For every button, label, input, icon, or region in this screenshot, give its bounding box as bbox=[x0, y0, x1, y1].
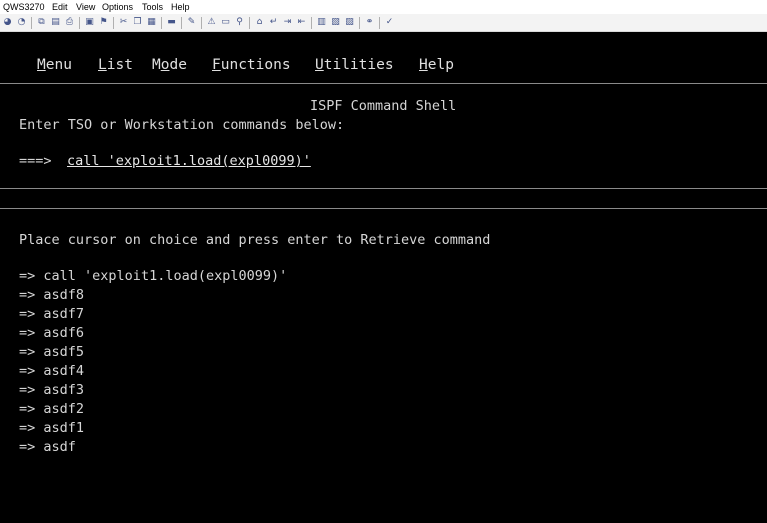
history-command: asdf4 bbox=[43, 363, 85, 379]
toolbar-separator bbox=[113, 17, 114, 29]
history-item[interactable]: => asdf bbox=[19, 438, 76, 456]
history-prefix: => bbox=[19, 382, 36, 398]
toolbar-separator bbox=[311, 17, 312, 29]
history-command: asdf8 bbox=[43, 287, 85, 303]
history-prefix: => bbox=[19, 287, 36, 303]
command-prompt: ===> bbox=[19, 153, 52, 169]
copy-icon[interactable]: ❐ bbox=[132, 17, 143, 28]
field-icon[interactable]: ⇥ bbox=[282, 17, 293, 28]
history-command: asdf3 bbox=[43, 382, 85, 398]
terminal-screen[interactable]: Menu List Mode Functions Utilities Help … bbox=[0, 32, 767, 523]
history-item[interactable]: => asdf5 bbox=[19, 343, 84, 361]
key2-icon[interactable]: ▧ bbox=[330, 17, 341, 28]
history-item[interactable]: => asdf6 bbox=[19, 324, 84, 342]
paste-icon[interactable]: ▦ bbox=[146, 17, 157, 28]
capture-icon[interactable]: ▣ bbox=[84, 17, 95, 28]
menu-app[interactable]: QWS3270 bbox=[3, 0, 45, 14]
link-icon[interactable]: ⚲ bbox=[234, 17, 245, 28]
divider bbox=[0, 188, 767, 189]
toolbar-separator bbox=[161, 17, 162, 29]
key3-icon[interactable]: ▨ bbox=[344, 17, 355, 28]
menu-help[interactable]: Help bbox=[171, 0, 190, 14]
history-prefix: => bbox=[19, 344, 36, 360]
monitor-icon[interactable]: ▭ bbox=[220, 17, 231, 28]
tab-icon[interactable]: ⇤ bbox=[296, 17, 307, 28]
history-command: call 'exploit1.load(expl0099)' bbox=[43, 268, 288, 284]
ispf-menu-list[interactable]: List bbox=[98, 56, 133, 74]
divider bbox=[0, 208, 767, 209]
menu-tools[interactable]: Tools bbox=[142, 0, 163, 14]
menu-edit[interactable]: Edit bbox=[52, 0, 68, 14]
history-prefix: => bbox=[19, 401, 36, 417]
ispf-menu-help[interactable]: Help bbox=[419, 56, 454, 74]
menu-view[interactable]: View bbox=[76, 0, 95, 14]
history-command: asdf bbox=[43, 439, 76, 455]
screen-icon[interactable]: ▤ bbox=[50, 17, 61, 28]
toolbar-separator bbox=[181, 17, 182, 29]
history-item[interactable]: => asdf3 bbox=[19, 381, 84, 399]
command-input[interactable]: call 'exploit1.load(expl0099)' bbox=[67, 152, 311, 170]
history-command: asdf1 bbox=[43, 420, 85, 436]
toolbar-separator bbox=[379, 17, 380, 29]
retrieve-hint: Place cursor on choice and press enter t… bbox=[19, 232, 491, 248]
page-title: ISPF Command Shell bbox=[310, 98, 457, 114]
divider bbox=[0, 83, 767, 84]
toolbar-separator bbox=[359, 17, 360, 29]
toolbar: ◕ ◔ ⧉ ▤ ⎙ ▣ ⚑ ✂ ❐ ▦ ▬ ✎ ⚠ ▭ ⚲ ⌂ ↵ ⇥ ⇤ ▥ ▧ ▨ ⚭ ✓ bbox=[0, 14, 767, 32]
ispf-menu-mode[interactable]: Mode bbox=[152, 56, 187, 74]
history-prefix: => bbox=[19, 268, 36, 284]
ispf-menu-functions[interactable]: Functions bbox=[212, 56, 291, 74]
history-item[interactable]: => call 'exploit1.load(expl0099)' bbox=[19, 267, 287, 285]
history-item[interactable]: => asdf1 bbox=[19, 419, 84, 437]
history-command: asdf2 bbox=[43, 401, 85, 417]
keyboard-icon[interactable]: ▬ bbox=[166, 17, 177, 28]
disconnect-icon[interactable]: ◔ bbox=[16, 17, 27, 28]
history-prefix: => bbox=[19, 439, 36, 455]
alert-icon[interactable]: ⚠ bbox=[206, 17, 217, 28]
attach-icon[interactable]: ⚭ bbox=[364, 17, 375, 28]
toolbar-separator bbox=[249, 17, 250, 29]
history-item[interactable]: => asdf4 bbox=[19, 362, 84, 380]
spell-icon[interactable]: ✓ bbox=[384, 17, 395, 28]
toolbar-separator bbox=[79, 17, 80, 29]
copy-screen-icon[interactable]: ⧉ bbox=[36, 17, 47, 28]
instructions-text: Enter TSO or Workstation commands below: bbox=[19, 117, 345, 133]
history-command: asdf6 bbox=[43, 325, 85, 341]
history-command: asdf5 bbox=[43, 344, 85, 360]
ispf-menu-utilities[interactable]: Utilities bbox=[315, 56, 394, 74]
history-prefix: => bbox=[19, 325, 36, 341]
key1-icon[interactable]: ▥ bbox=[316, 17, 327, 28]
cut-icon[interactable]: ✂ bbox=[118, 17, 129, 28]
macro-icon[interactable]: ⚑ bbox=[98, 17, 109, 28]
toolbar-separator bbox=[201, 17, 202, 29]
app-menubar: QWS3270 Edit View Options Tools Help bbox=[0, 0, 767, 14]
enter-icon[interactable]: ↵ bbox=[268, 17, 279, 28]
history-prefix: => bbox=[19, 306, 36, 322]
history-prefix: => bbox=[19, 420, 36, 436]
toolbar-separator bbox=[31, 17, 32, 29]
ispf-menu-menu[interactable]: Menu bbox=[37, 56, 72, 74]
print-icon[interactable]: ⎙ bbox=[64, 17, 75, 28]
settings-icon[interactable]: ✎ bbox=[186, 17, 197, 28]
history-item[interactable]: => asdf8 bbox=[19, 286, 84, 304]
history-command: asdf7 bbox=[43, 306, 85, 322]
menu-options[interactable]: Options bbox=[102, 0, 133, 14]
history-item[interactable]: => asdf7 bbox=[19, 305, 84, 323]
history-item[interactable]: => asdf2 bbox=[19, 400, 84, 418]
history-prefix: => bbox=[19, 363, 36, 379]
home-icon[interactable]: ⌂ bbox=[254, 17, 265, 28]
connect-icon[interactable]: ◕ bbox=[2, 17, 13, 28]
